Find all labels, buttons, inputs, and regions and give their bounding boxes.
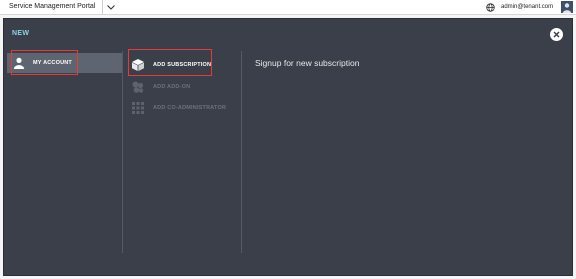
grid-icon <box>132 102 144 114</box>
globe-icon[interactable] <box>486 3 495 12</box>
user-email[interactable]: admin@tenant.com <box>501 0 553 14</box>
chevron-down-icon <box>107 4 115 10</box>
new-panel: NEW MY ACCOUNT ADD SUBSCRIPTION ADD ADD-… <box>3 18 573 276</box>
category-label: MY ACCOUNT <box>33 60 72 66</box>
category-my-account[interactable]: MY ACCOUNT <box>7 53 122 73</box>
box-icon <box>132 59 144 71</box>
addon-icon <box>132 81 144 93</box>
column-divider <box>241 51 242 253</box>
portal-title[interactable]: Service Management Portal <box>0 0 103 14</box>
add-addon-label: ADD ADD-ON <box>153 84 191 90</box>
category-column: MY ACCOUNT <box>4 52 122 252</box>
new-label: NEW <box>12 30 30 37</box>
close-icon <box>553 31 560 38</box>
portal-dropdown-button[interactable] <box>104 0 118 14</box>
top-bar: Service Management Portal admin@tenant.c… <box>0 0 576 15</box>
add-co-administrator-item[interactable]: ADD CO-ADMINISTRATOR <box>129 98 234 118</box>
person-icon <box>13 57 25 69</box>
add-subscription-item[interactable]: ADD SUBSCRIPTION <box>129 55 234 75</box>
add-subscription-label: ADD SUBSCRIPTION <box>153 62 212 68</box>
add-addon-item[interactable]: ADD ADD-ON <box>129 77 234 97</box>
detail-title: Signup for new subscription <box>255 58 360 68</box>
column-divider <box>122 51 123 253</box>
close-button[interactable] <box>550 28 563 41</box>
user-avatar-icon[interactable] <box>561 1 573 13</box>
add-co-administrator-label: ADD CO-ADMINISTRATOR <box>153 105 227 111</box>
